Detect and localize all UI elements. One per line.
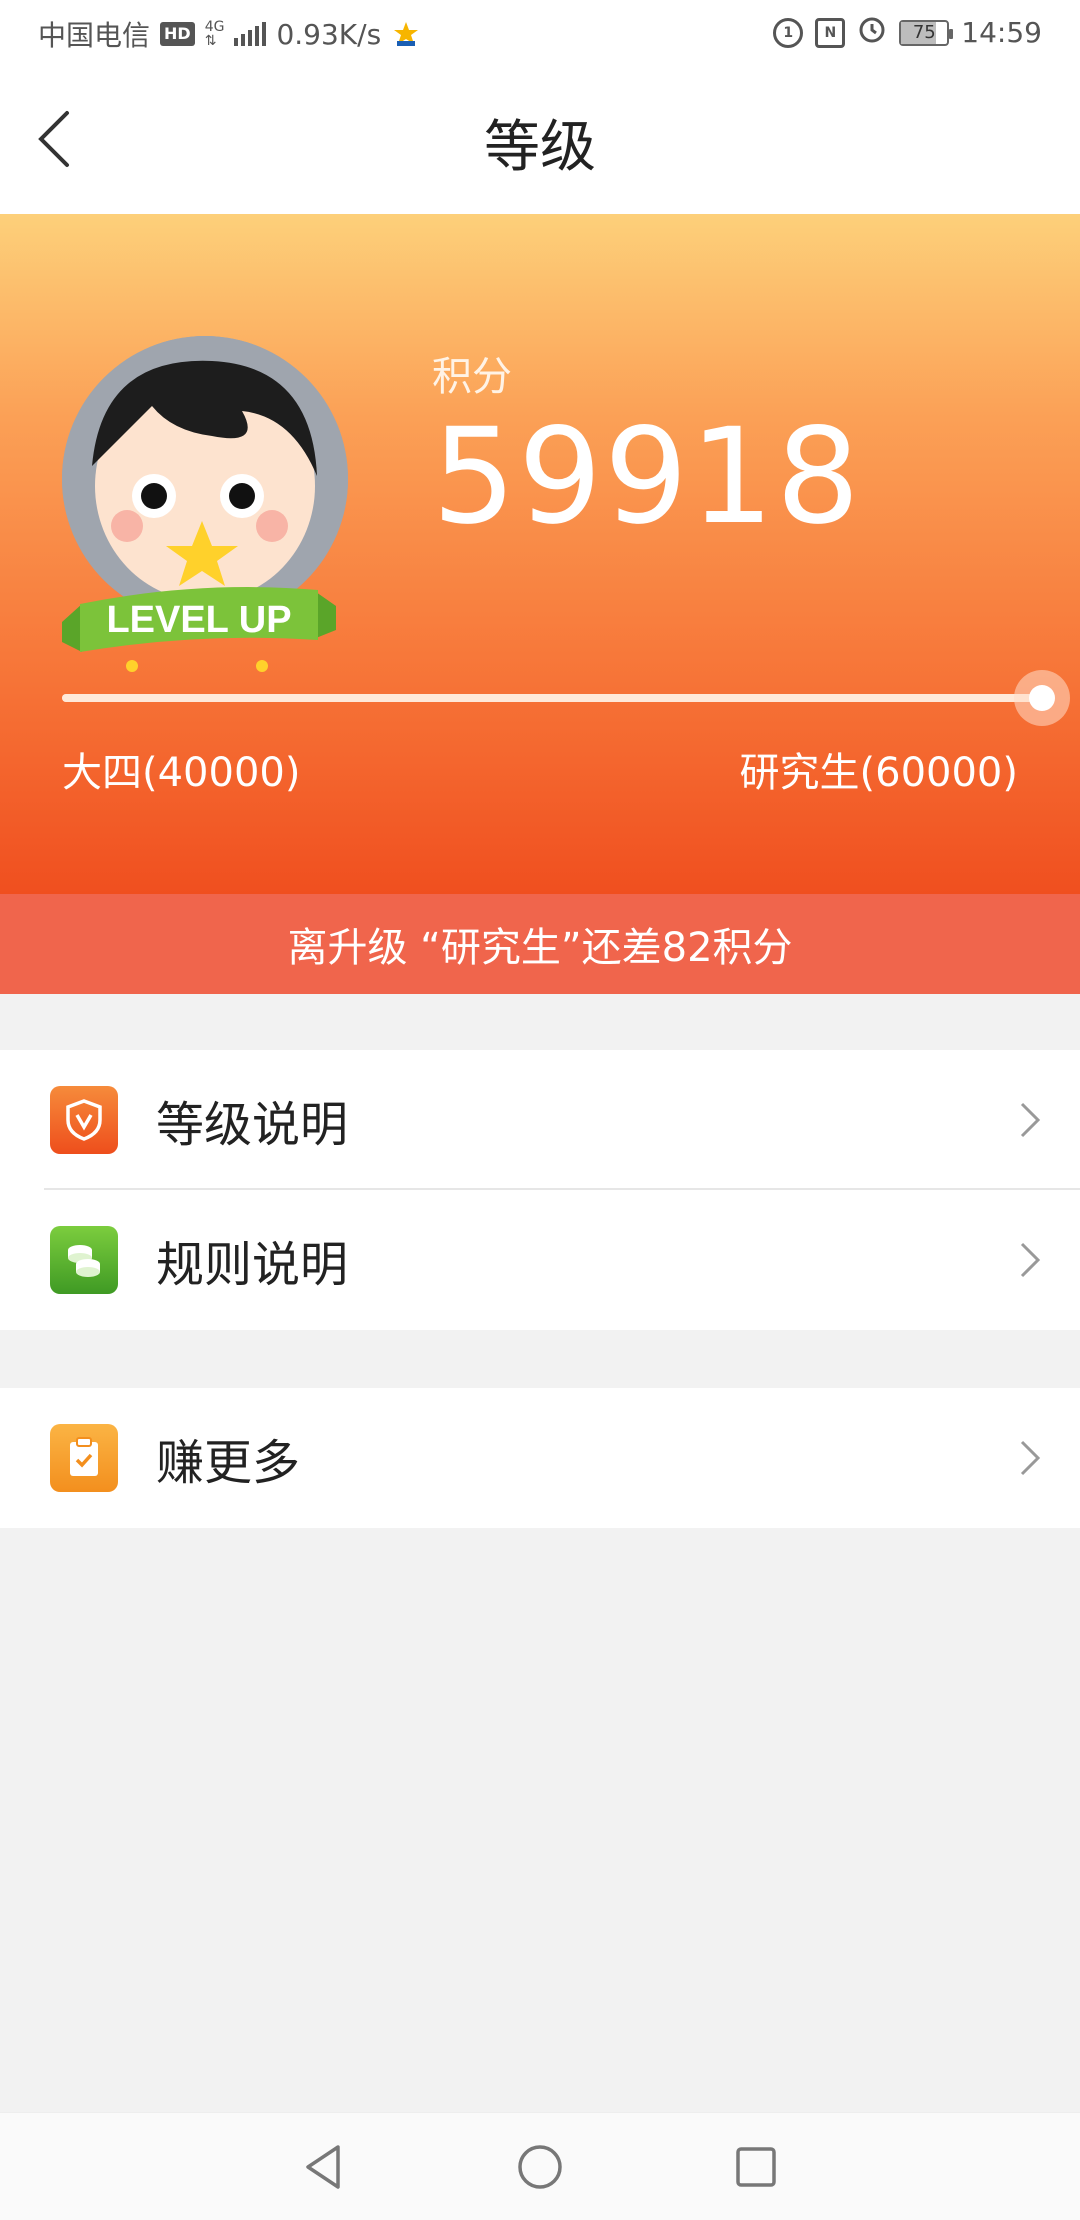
menu-item-level-description[interactable]: 等级说明 xyxy=(0,1050,1080,1190)
square-recent-icon xyxy=(736,2147,776,2187)
level-progress-bar xyxy=(62,670,1070,726)
hd-badge: HD xyxy=(160,22,195,46)
system-nav-bar xyxy=(0,2112,1080,2220)
battery-icon: 75 xyxy=(899,19,954,46)
status-bar: 中国电信 HD 4G ⇅ 0.93K/s 1 N 75 14:59 xyxy=(0,0,1080,64)
alarm-icon xyxy=(857,14,887,51)
circle-home-icon xyxy=(518,2145,562,2189)
network-type: 4G ⇅ xyxy=(205,20,225,48)
triangle-back-icon xyxy=(306,2145,340,2189)
score-value: 59918 xyxy=(432,400,862,554)
clock: 14:59 xyxy=(961,16,1042,49)
data-arrows-icon: ⇅ xyxy=(204,33,217,49)
status-right: 1 N 75 14:59 xyxy=(773,14,1042,51)
battery-level: 75 xyxy=(912,21,936,43)
menu-item-earn-more[interactable]: 赚更多 xyxy=(0,1388,1080,1528)
level-header: LEVEL UP 积分 59918 大四(40000) 研究生(60000) xyxy=(0,214,1080,894)
chevron-right-icon xyxy=(1020,1102,1041,1138)
menu-item-label: 赚更多 xyxy=(156,1435,301,1491)
carrier-label: 中国电信 xyxy=(38,19,151,52)
level-up-text: LEVEL UP xyxy=(106,599,291,641)
nav-back-button[interactable] xyxy=(296,2139,352,2195)
level-progress-fill xyxy=(62,694,1042,702)
network-speed: 0.93K/s xyxy=(276,17,382,51)
coins-icon xyxy=(50,1226,118,1294)
menu-item-label: 规则说明 xyxy=(156,1237,349,1293)
score-label: 积分 xyxy=(432,354,512,400)
nav-recent-button[interactable] xyxy=(728,2139,784,2195)
upgrade-hint-banner: 离升级 “研究生”还差82积分 xyxy=(0,894,1080,994)
shield-v-icon xyxy=(50,1086,118,1154)
earn-section: 赚更多 xyxy=(0,1388,1080,1528)
menu-item-rules-description[interactable]: 规则说明 xyxy=(0,1190,1080,1330)
status-left: 中国电信 HD 4G ⇅ 0.93K/s xyxy=(38,14,421,54)
signal-icon xyxy=(234,22,267,46)
current-level-label: 大四(40000) xyxy=(62,750,301,796)
info-section: 等级说明 规则说明 xyxy=(0,1050,1080,1330)
network-label: 4G xyxy=(204,19,225,35)
level-progress-knob xyxy=(1013,670,1070,726)
nfc-icon: N xyxy=(815,17,846,48)
app-notification-icon xyxy=(391,19,421,49)
chevron-right-icon xyxy=(1020,1440,1041,1476)
nav-home-button[interactable] xyxy=(512,2139,568,2195)
clipboard-check-icon xyxy=(50,1424,118,1492)
next-level-label: 研究生(60000) xyxy=(739,750,1018,796)
chevron-right-icon xyxy=(1020,1242,1041,1278)
menu-item-label: 等级说明 xyxy=(156,1097,349,1153)
page-title: 等级 xyxy=(484,115,596,180)
title-bar: 等级 xyxy=(0,64,1080,214)
hd-call-icon: 1 xyxy=(773,17,804,48)
level-up-badge: LEVEL UP xyxy=(62,574,336,674)
